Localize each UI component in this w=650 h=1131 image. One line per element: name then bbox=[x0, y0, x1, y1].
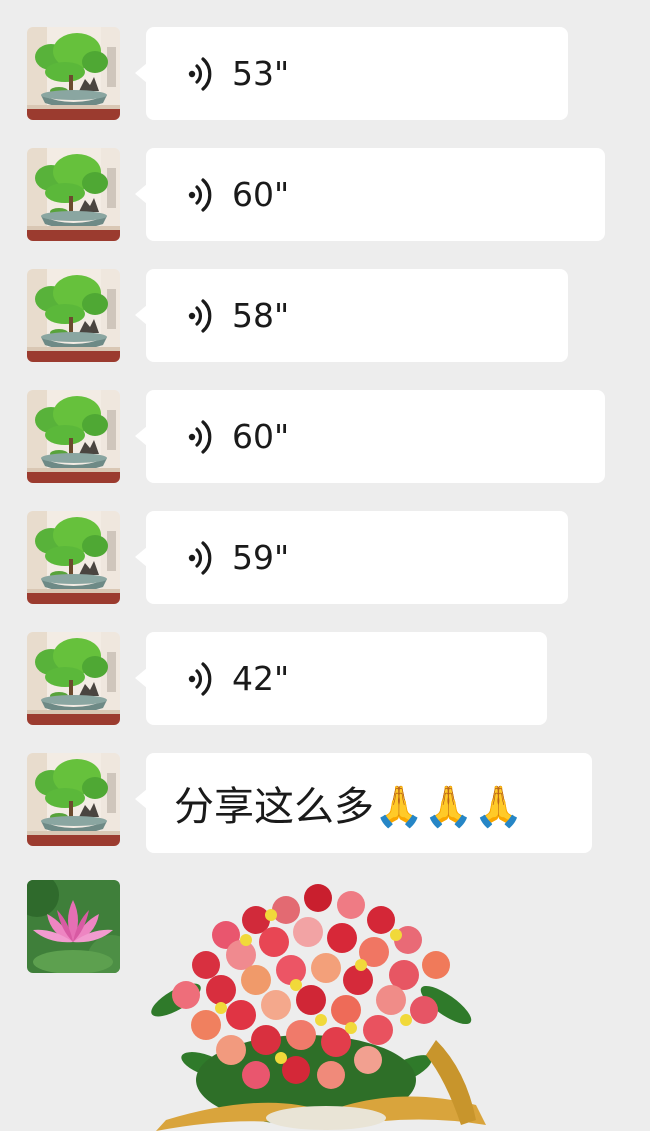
bonsai-avatar[interactable] bbox=[27, 632, 120, 725]
bonsai-avatar[interactable] bbox=[27, 511, 120, 604]
lotus-avatar[interactable] bbox=[27, 880, 120, 973]
voice-wave-icon bbox=[186, 176, 220, 214]
bonsai-avatar[interactable] bbox=[27, 390, 120, 483]
bonsai-avatar[interactable] bbox=[27, 148, 120, 241]
voice-duration: 60" bbox=[232, 175, 290, 214]
text-message-bubble[interactable]: 分享这么多🙏🙏🙏 bbox=[135, 753, 592, 853]
voice-message-bubble[interactable]: 42" bbox=[135, 632, 547, 725]
voice-message-bubble[interactable]: 53" bbox=[135, 27, 568, 120]
voice-duration: 53" bbox=[232, 54, 290, 93]
voice-wave-icon bbox=[186, 297, 220, 335]
voice-duration: 60" bbox=[232, 417, 290, 456]
voice-wave-icon bbox=[186, 55, 220, 93]
message-row: 42" bbox=[0, 632, 650, 725]
message-row bbox=[0, 880, 650, 1131]
voice-wave-icon bbox=[186, 660, 220, 698]
bonsai-avatar[interactable] bbox=[27, 753, 120, 846]
voice-message-bubble[interactable]: 59" bbox=[135, 511, 568, 604]
voice-duration: 42" bbox=[232, 659, 290, 698]
voice-duration: 58" bbox=[232, 296, 290, 335]
message-row: 53" bbox=[0, 27, 650, 120]
message-text: 分享这么多🙏🙏🙏 bbox=[174, 784, 524, 830]
voice-message-bubble[interactable]: 60" bbox=[135, 148, 605, 241]
bonsai-avatar[interactable] bbox=[27, 269, 120, 362]
rose-bouquet-sticker[interactable] bbox=[146, 880, 496, 1131]
voice-duration: 59" bbox=[232, 538, 290, 577]
bonsai-avatar[interactable] bbox=[27, 27, 120, 120]
message-row: 60" bbox=[0, 148, 650, 241]
message-row: 60" bbox=[0, 390, 650, 483]
message-row: 分享这么多🙏🙏🙏 bbox=[0, 753, 650, 853]
voice-wave-icon bbox=[186, 539, 220, 577]
voice-message-bubble[interactable]: 60" bbox=[135, 390, 605, 483]
voice-wave-icon bbox=[186, 418, 220, 456]
message-row: 59" bbox=[0, 511, 650, 604]
message-row: 58" bbox=[0, 269, 650, 362]
voice-message-bubble[interactable]: 58" bbox=[135, 269, 568, 362]
